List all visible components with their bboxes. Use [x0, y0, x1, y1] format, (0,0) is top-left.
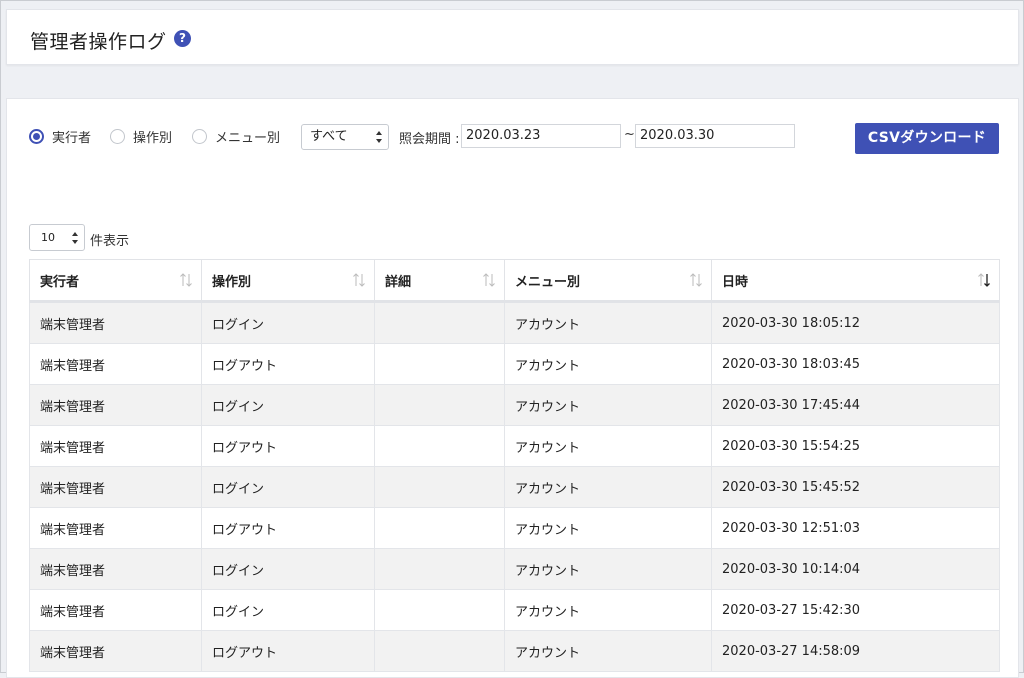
cell-operation: ログアウト [201, 507, 375, 549]
cell-datetime: 2020-03-27 14:58:09 [711, 630, 1000, 672]
date-range-separator: ~ [624, 127, 635, 142]
cell-detail [374, 301, 505, 344]
period-label: 照会期間 : [399, 132, 460, 147]
cell-detail [374, 466, 505, 508]
date-from-input[interactable]: 2020.03.23 [461, 124, 621, 148]
cell-datetime: 2020-03-30 18:05:12 [711, 301, 1000, 344]
cell-datetime: 2020-03-30 15:45:52 [711, 466, 1000, 508]
cell-executor: 端末管理者 [29, 384, 202, 426]
cell-operation: ログイン [201, 384, 375, 426]
cell-detail [374, 384, 505, 426]
cell-executor: 端末管理者 [29, 301, 202, 344]
cell-menu: アカウント [504, 507, 712, 549]
cell-menu: アカウント [504, 466, 712, 508]
cell-menu: アカウント [504, 548, 712, 590]
column-header-label: 操作別 [212, 274, 252, 290]
cell-detail [374, 630, 505, 672]
page-header: 管理者操作ログ ? [6, 9, 1019, 65]
cell-operation: ログアウト [201, 425, 375, 467]
radio-operation[interactable]: 操作別 [110, 127, 173, 146]
csv-download-button[interactable]: CSVダウンロード [855, 123, 999, 154]
radio-label: 実行者 [52, 130, 92, 146]
page-title: 管理者操作ログ [30, 31, 167, 53]
cell-menu: アカウント [504, 425, 712, 467]
filter-bar: 実行者 操作別 メニュー別 すべて 照会期間 : 2020.03.23 ~ 20… [7, 99, 1018, 179]
select-arrows-icon [376, 131, 382, 143]
cell-operation: ログイン [201, 548, 375, 590]
column-header-executor[interactable]: 実行者 [29, 259, 202, 303]
table-body: 端末管理者 ログイン アカウント 2020-03-30 18:05:12 端末管理者 ログ… [29, 301, 1000, 672]
column-header-detail[interactable]: 詳細 [374, 259, 505, 303]
table-row[interactable]: 端末管理者 ログイン アカウント 2020-03-30 10:14:04 [29, 548, 1000, 590]
cell-executor: 端末管理者 [29, 343, 202, 385]
cell-executor: 端末管理者 [29, 589, 202, 631]
filter-select-value: すべて [310, 129, 348, 144]
sort-icon[interactable] [179, 272, 193, 288]
table-header-row: 実行者 操作別 詳細 メニュー別 日時 [29, 259, 1000, 303]
filter-select[interactable]: すべて [301, 124, 389, 150]
page-size-select[interactable]: 10 [29, 224, 85, 251]
cell-detail [374, 425, 505, 467]
cell-datetime: 2020-03-30 12:51:03 [711, 507, 1000, 549]
main-panel: 実行者 操作別 メニュー別 すべて 照会期間 : 2020.03.23 ~ 20… [6, 98, 1019, 678]
date-to-input[interactable]: 2020.03.30 [635, 124, 795, 148]
cell-executor: 端末管理者 [29, 548, 202, 590]
cell-datetime: 2020-03-27 15:42:30 [711, 589, 1000, 631]
cell-executor: 端末管理者 [29, 507, 202, 549]
sort-icon[interactable] [482, 272, 496, 288]
column-header-datetime[interactable]: 日時 [711, 259, 1000, 303]
cell-menu: アカウント [504, 343, 712, 385]
cell-executor: 端末管理者 [29, 425, 202, 467]
cell-detail [374, 548, 505, 590]
cell-menu: アカウント [504, 630, 712, 672]
help-icon[interactable]: ? [174, 30, 191, 47]
table-row[interactable]: 端末管理者 ログイン アカウント 2020-03-30 18:05:12 [29, 301, 1000, 344]
cell-menu: アカウント [504, 589, 712, 631]
cell-datetime: 2020-03-30 18:03:45 [711, 343, 1000, 385]
cell-menu: アカウント [504, 384, 712, 426]
sort-icon[interactable] [352, 272, 366, 288]
radio-button-checked[interactable] [29, 128, 44, 144]
cell-operation: ログイン [201, 301, 375, 344]
cell-detail [374, 589, 505, 631]
cell-detail [374, 343, 505, 385]
log-table: 実行者 操作別 詳細 メニュー別 日時 端末管理者 ログイン アカウント 202… [29, 259, 1000, 672]
select-arrows-icon [72, 232, 78, 244]
table-row[interactable]: 端末管理者 ログアウト アカウント 2020-03-30 18:03:45 [29, 343, 1000, 385]
table-row[interactable]: 端末管理者 ログアウト アカウント 2020-03-27 14:58:09 [29, 630, 1000, 672]
cell-datetime: 2020-03-30 17:45:44 [711, 384, 1000, 426]
column-header-label: メニュー別 [515, 274, 581, 290]
cell-datetime: 2020-03-30 15:54:25 [711, 425, 1000, 467]
radio-button[interactable] [192, 128, 207, 144]
column-header-menu[interactable]: メニュー別 [504, 259, 712, 303]
column-header-label: 詳細 [385, 274, 412, 290]
page-size-label: 件表示 [90, 234, 130, 249]
cell-executor: 端末管理者 [29, 630, 202, 672]
radio-label: 操作別 [133, 130, 173, 146]
cell-detail [374, 507, 505, 549]
radio-button[interactable] [110, 128, 125, 144]
table-row[interactable]: 端末管理者 ログイン アカウント 2020-03-27 15:42:30 [29, 589, 1000, 631]
table-row[interactable]: 端末管理者 ログイン アカウント 2020-03-30 15:45:52 [29, 466, 1000, 508]
column-header-operation[interactable]: 操作別 [201, 259, 375, 303]
cell-executor: 端末管理者 [29, 466, 202, 508]
cell-operation: ログイン [201, 589, 375, 631]
cell-menu: アカウント [504, 301, 712, 344]
radio-menu[interactable]: メニュー別 [192, 127, 281, 146]
page-size-value: 10 [41, 231, 55, 244]
column-header-label: 実行者 [40, 274, 80, 290]
radio-executor[interactable]: 実行者 [29, 127, 92, 146]
table-row[interactable]: 端末管理者 ログイン アカウント 2020-03-30 17:45:44 [29, 384, 1000, 426]
cell-datetime: 2020-03-30 10:14:04 [711, 548, 1000, 590]
cell-operation: ログアウト [201, 630, 375, 672]
cell-operation: ログイン [201, 466, 375, 508]
radio-label: メニュー別 [215, 130, 281, 146]
cell-operation: ログアウト [201, 343, 375, 385]
sort-icon[interactable] [689, 272, 703, 288]
sort-desc-icon[interactable] [977, 272, 991, 288]
column-header-label: 日時 [722, 274, 749, 290]
table-row[interactable]: 端末管理者 ログアウト アカウント 2020-03-30 12:51:03 [29, 507, 1000, 549]
table-row[interactable]: 端末管理者 ログアウト アカウント 2020-03-30 15:54:25 [29, 425, 1000, 467]
